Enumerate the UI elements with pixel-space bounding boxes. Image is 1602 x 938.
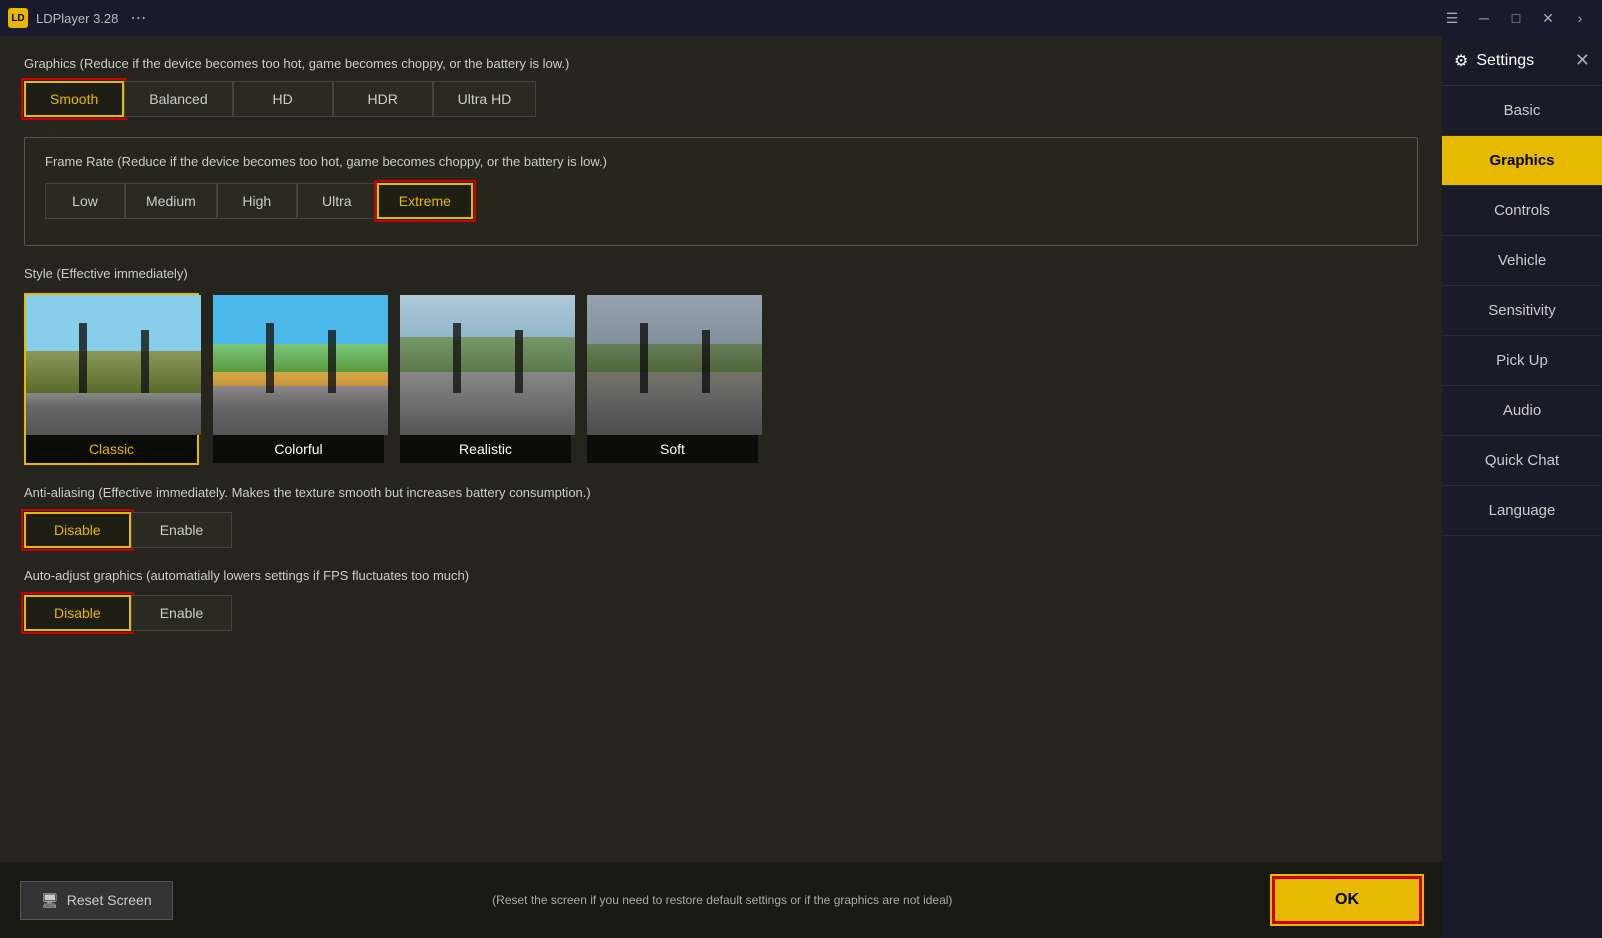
monitor-icon: 🖥 [41,892,59,909]
sidebar-item-language[interactable]: Language [1442,486,1602,536]
sidebar-item-quickchat[interactable]: Quick Chat [1442,436,1602,486]
style-classic-card[interactable]: Classic [24,293,199,465]
ok-button[interactable]: OK [1272,876,1422,924]
quality-hd-button[interactable]: HD [233,81,333,117]
style-soft-image [587,295,762,435]
quality-smooth-button[interactable]: Smooth [24,81,124,117]
quality-ultrahd-button[interactable]: Ultra HD [433,81,537,117]
sidebar-title: ⚙ Settings [1454,51,1534,71]
frame-rate-section: Frame Rate (Reduce if the device becomes… [24,137,1418,246]
frame-rate-row: Low Medium High Ultra Extreme [45,183,1397,219]
sidebar-close-button[interactable]: ✕ [1575,50,1590,71]
tower-right [702,330,710,393]
auto-adjust-label: Auto-adjust graphics (automatially lower… [24,568,1418,583]
reset-hint: (Reset the screen if you need to restore… [173,893,1272,907]
anti-aliasing-label: Anti-aliasing (Effective immediately. Ma… [24,485,1418,500]
app-name: LDPlayer 3.28 [36,11,118,26]
tower-left [266,323,274,393]
title-bar: LD LDPlayer 3.28 ⋯ ☰ ─ □ ✕ › [0,0,1602,36]
quality-balanced-button[interactable]: Balanced [124,81,232,117]
rate-medium-button[interactable]: Medium [125,183,217,219]
style-cards: Classic Colorful Realistic [24,293,1418,465]
auto-enable-button[interactable]: Enable [131,595,233,631]
chevron-right-button[interactable]: › [1566,7,1594,29]
aa-disable-button[interactable]: Disable [24,512,131,548]
sidebar-item-vehicle[interactable]: Vehicle [1442,236,1602,286]
sidebar-item-pickup[interactable]: Pick Up [1442,336,1602,386]
minimize-button[interactable]: ─ [1470,7,1498,29]
sidebar-header: ⚙ Settings ✕ [1442,36,1602,86]
app-logo: LD [8,8,28,28]
rate-extreme-button[interactable]: Extreme [377,183,473,219]
style-classic-image [26,295,201,435]
style-colorful-image [213,295,388,435]
frame-rate-label: Frame Rate (Reduce if the device becomes… [45,154,1397,169]
main-area: Graphics (Reduce if the device becomes t… [0,36,1602,938]
sidebar-item-graphics[interactable]: Graphics [1442,136,1602,186]
tower-left [79,323,87,393]
anti-aliasing-row: Disable Enable [24,512,1418,548]
style-soft-card[interactable]: Soft [585,293,760,465]
tower-left [640,323,648,393]
style-classic-label: Classic [26,435,197,463]
sidebar: ⚙ Settings ✕ Basic Graphics Controls Veh… [1442,36,1602,938]
title-bar-controls: ☰ ─ □ ✕ › [1438,7,1594,29]
tower-right [141,330,149,393]
content-panel: Graphics (Reduce if the device becomes t… [0,36,1442,938]
bottom-bar: 🖥 Reset Screen (Reset the screen if you … [0,862,1442,938]
title-bar-left: LD LDPlayer 3.28 ⋯ [8,8,146,28]
sidebar-item-basic[interactable]: Basic [1442,86,1602,136]
quality-hdr-button[interactable]: HDR [333,81,433,117]
reset-screen-button[interactable]: 🖥 Reset Screen [20,881,173,920]
sidebar-item-sensitivity[interactable]: Sensitivity [1442,286,1602,336]
menu-button[interactable]: ☰ [1438,7,1466,29]
style-realistic-label: Realistic [400,435,571,463]
tooltip-arrow [44,127,60,137]
style-colorful-label: Colorful [213,435,384,463]
style-section: Style (Effective immediately) Classic [24,266,1418,465]
style-realistic-image [400,295,575,435]
style-soft-label: Soft [587,435,758,463]
graphics-quality-row: Smooth Balanced HD HDR Ultra HD [24,81,1418,117]
gear-icon: ⚙ [1454,51,1468,71]
anti-aliasing-section: Anti-aliasing (Effective immediately. Ma… [24,485,1418,548]
auto-adjust-row: Disable Enable [24,595,1418,631]
sidebar-item-controls[interactable]: Controls [1442,186,1602,236]
auto-disable-button[interactable]: Disable [24,595,131,631]
maximize-button[interactable]: □ [1502,7,1530,29]
tower-left [453,323,461,393]
rate-high-button[interactable]: High [217,183,297,219]
close-button[interactable]: ✕ [1534,7,1562,29]
tower-right [328,330,336,393]
style-colorful-card[interactable]: Colorful [211,293,386,465]
tower-right [515,330,523,393]
rate-low-button[interactable]: Low [45,183,125,219]
style-label: Style (Effective immediately) [24,266,1418,281]
style-realistic-card[interactable]: Realistic [398,293,573,465]
auto-adjust-section: Auto-adjust graphics (automatially lower… [24,568,1418,631]
graphics-quality-label: Graphics (Reduce if the device becomes t… [24,56,1418,71]
sidebar-item-audio[interactable]: Audio [1442,386,1602,436]
rate-ultra-button[interactable]: Ultra [297,183,377,219]
aa-enable-button[interactable]: Enable [131,512,233,548]
more-icon[interactable]: ⋯ [130,8,146,28]
